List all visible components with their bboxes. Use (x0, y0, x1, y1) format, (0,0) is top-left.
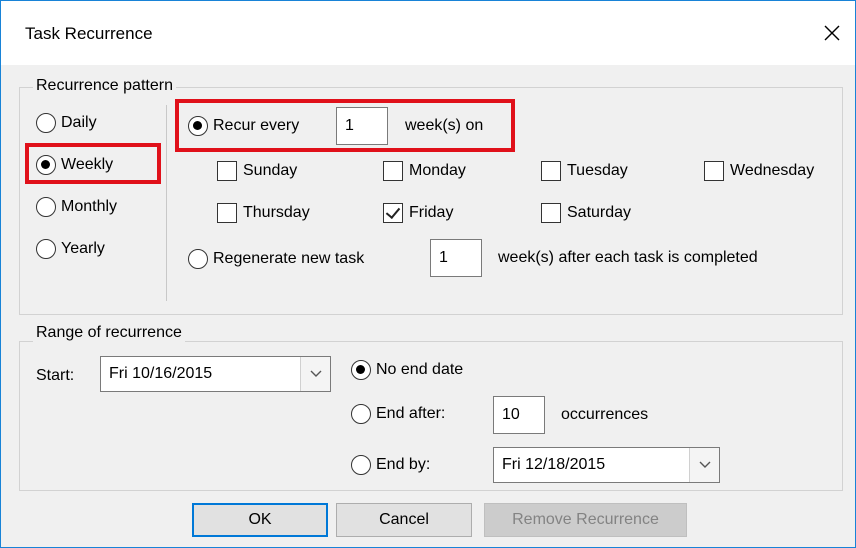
no-end-date-label: No end date (376, 361, 464, 378)
end-after-label: End after: (376, 405, 446, 422)
radio-regenerate[interactable]: Regenerate new task (188, 248, 364, 270)
radio-circle (36, 197, 56, 217)
occurrences-label: occurrences (561, 406, 649, 423)
radio-end-by[interactable]: End by: (351, 454, 430, 476)
checkbox-box (704, 161, 724, 181)
radio-monthly-label: Monthly (61, 198, 118, 215)
regenerate-suffix: week(s) after each task is completed (498, 249, 758, 266)
checkbox-box (541, 161, 561, 181)
checkbox-tuesday[interactable]: Tuesday (541, 160, 628, 182)
cancel-button[interactable]: Cancel (336, 503, 472, 537)
weekly-highlight-box (25, 143, 161, 184)
checkbox-sunday-label: Sunday (243, 162, 298, 179)
radio-daily[interactable]: Daily (36, 112, 97, 134)
recurrence-pattern-label: Recurrence pattern (33, 76, 176, 96)
radio-circle (36, 113, 56, 133)
window-title: Task Recurrence (25, 24, 153, 43)
radio-daily-label: Daily (61, 114, 97, 131)
ok-button[interactable]: OK (192, 503, 328, 537)
start-label: Start: (36, 367, 75, 384)
radio-yearly-label: Yearly (61, 240, 105, 257)
checkbox-box (541, 203, 561, 223)
checkbox-saturday-label: Saturday (567, 204, 632, 221)
checkbox-box (217, 203, 237, 223)
checkbox-box (383, 161, 403, 181)
radio-end-after[interactable]: End after: (351, 403, 445, 425)
regenerate-label: Regenerate new task (213, 250, 365, 267)
checkbox-thursday[interactable]: Thursday (217, 202, 310, 224)
checkbox-saturday[interactable]: Saturday (541, 202, 631, 224)
regenerate-weeks-input[interactable]: 1 (430, 239, 482, 277)
checkbox-wednesday[interactable]: Wednesday (704, 160, 814, 182)
radio-yearly[interactable]: Yearly (36, 238, 105, 260)
start-date-value: Fri 10/16/2015 (109, 365, 213, 382)
close-icon (824, 25, 840, 41)
chevron-down-icon[interactable] (689, 448, 719, 482)
end-after-occurrences-input[interactable]: 10 (493, 396, 545, 434)
close-button[interactable] (809, 1, 855, 65)
end-by-label: End by: (376, 456, 431, 473)
radio-circle (36, 239, 56, 259)
checkbox-sunday[interactable]: Sunday (217, 160, 297, 182)
end-by-date-combo[interactable]: Fri 12/18/2015 (493, 447, 720, 483)
checkbox-monday[interactable]: Monday (383, 160, 466, 182)
radio-monthly[interactable]: Monthly (36, 196, 117, 218)
start-date-combo[interactable]: Fri 10/16/2015 (100, 356, 331, 392)
checkbox-wednesday-label: Wednesday (730, 162, 815, 179)
pattern-separator (166, 105, 167, 301)
range-of-recurrence-label: Range of recurrence (33, 323, 185, 343)
checkbox-box (217, 161, 237, 181)
radio-circle (351, 404, 371, 424)
recur-every-highlight-box (175, 99, 515, 152)
radio-circle-selected (351, 360, 371, 380)
end-by-date-value: Fri 12/18/2015 (502, 456, 606, 473)
checkbox-friday[interactable]: Friday (383, 202, 453, 224)
checkbox-tuesday-label: Tuesday (567, 162, 628, 179)
checkbox-friday-label: Friday (409, 204, 454, 221)
checkbox-thursday-label: Thursday (243, 204, 310, 221)
title-bar: Task Recurrence (1, 1, 855, 65)
checkbox-box-checked (383, 203, 403, 223)
checkbox-monday-label: Monday (409, 162, 466, 179)
radio-no-end-date[interactable]: No end date (351, 359, 463, 381)
remove-recurrence-button[interactable]: Remove Recurrence (484, 503, 687, 537)
task-recurrence-dialog: Task Recurrence Recurrence pattern Daily… (0, 0, 856, 548)
radio-circle (351, 455, 371, 475)
chevron-down-icon[interactable] (300, 357, 330, 391)
radio-circle (188, 249, 208, 269)
